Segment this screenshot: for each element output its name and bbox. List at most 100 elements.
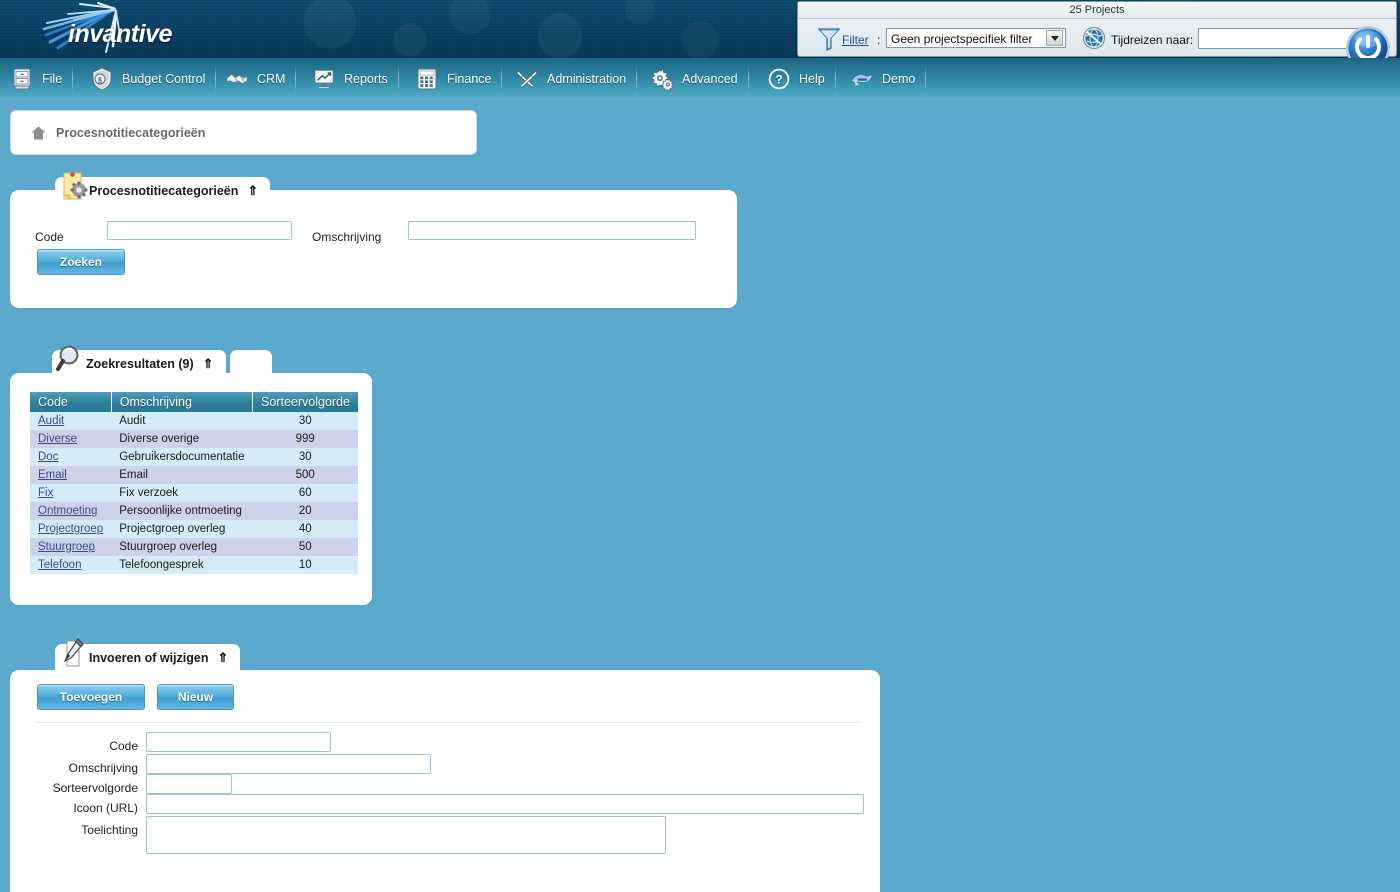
magnifier-icon bbox=[56, 345, 79, 371]
row-omschrijving: Gebruikersdocumentatie bbox=[111, 448, 253, 466]
row-sorteervolgorde: 10 bbox=[252, 556, 358, 574]
column-header-sorteervolgorde[interactable]: Sorteervolgorde bbox=[252, 392, 358, 412]
table-row[interactable]: Telefoon Telefoongesprek 10 bbox=[30, 556, 358, 574]
column-header-omschrijving[interactable]: Omschrijving bbox=[111, 392, 254, 412]
search-description-input[interactable] bbox=[408, 221, 696, 240]
row-code-link[interactable]: Projectgroep bbox=[38, 523, 103, 535]
menu-item-crm[interactable]: CRM bbox=[215, 58, 297, 99]
menu-item-budget-control[interactable]: $ Budget Control bbox=[80, 58, 217, 99]
table-row[interactable]: Email Email 500 bbox=[30, 466, 358, 484]
table-row[interactable]: Ontmoeting Persoonlijke ontmoeting 20 bbox=[30, 502, 358, 520]
edit-omschrijving-label: Omschrijving bbox=[68, 761, 138, 775]
menu-item-label: Help bbox=[799, 71, 825, 86]
table-row[interactable]: Diverse Diverse overige 999 bbox=[30, 430, 358, 448]
tab-label: Zoekresultaten (9) bbox=[86, 356, 194, 371]
breadcrumb-title: Procesnotitiecategorieën bbox=[56, 125, 206, 140]
menu-item-advanced[interactable]: Advanced bbox=[640, 58, 749, 99]
menu-item-label: Advanced bbox=[682, 71, 738, 86]
chevron-double-up-icon[interactable]: ⇑ bbox=[247, 184, 258, 197]
row-code-link[interactable]: Ontmoeting bbox=[38, 505, 97, 517]
pen-document-icon bbox=[63, 638, 84, 667]
globe-clock-icon bbox=[1083, 27, 1105, 49]
tab-procesnotitiecategorieen[interactable]: Procesnotitiecategorieën ⇑ bbox=[55, 172, 271, 204]
filter-colon: : bbox=[877, 33, 881, 47]
filter-select-value: Geen projectspecifiek filter bbox=[891, 32, 1033, 46]
new-button[interactable]: Nieuw bbox=[157, 684, 234, 710]
tab-secondary[interactable] bbox=[229, 350, 272, 377]
row-sorteervolgorde: 50 bbox=[252, 538, 358, 556]
new-button-label: Nieuw bbox=[177, 690, 214, 704]
row-omschrijving: Email bbox=[111, 466, 253, 484]
row-code-link[interactable]: Stuurgroep bbox=[38, 541, 95, 553]
row-sorteervolgorde: 999 bbox=[252, 430, 358, 448]
edit-panel: Toevoegen Nieuw Code Omschrijving Sortee… bbox=[10, 670, 880, 892]
menu-item-label: Demo bbox=[882, 71, 916, 86]
chevron-double-up-icon[interactable]: ⇑ bbox=[217, 651, 228, 664]
search-button[interactable]: Zoeken bbox=[37, 249, 125, 275]
row-omschrijving: Audit bbox=[111, 412, 253, 430]
tab-invoeren-of-wijzigen[interactable]: Invoeren of wijzigen ⇑ bbox=[55, 638, 241, 671]
code-label: Code bbox=[35, 230, 64, 244]
edit-toelichting-label: Toelichting bbox=[81, 823, 138, 837]
edit-sorteervolgorde-input[interactable] bbox=[146, 774, 232, 794]
note-gear-icon bbox=[62, 172, 88, 200]
menu-item-demo[interactable]: Demo bbox=[840, 58, 927, 99]
table-row[interactable]: Projectgroep Projectgroep overleg 40 bbox=[30, 520, 358, 538]
row-code-link[interactable]: Email bbox=[38, 469, 67, 481]
tab-label: Procesnotitiecategorieën bbox=[89, 183, 239, 198]
funnel-icon bbox=[818, 28, 840, 51]
filter-link[interactable]: Filter bbox=[842, 33, 869, 47]
tools-icon bbox=[516, 70, 538, 88]
chevron-down-icon[interactable] bbox=[1046, 30, 1063, 46]
search-code-input[interactable] bbox=[107, 221, 292, 240]
menu-item-help[interactable]: ? Help bbox=[757, 58, 836, 99]
filter-select[interactable]: Geen projectspecifiek filter bbox=[886, 28, 1066, 48]
tab-zoekresultaten[interactable]: Zoekresultaten (9) ⇑ bbox=[52, 345, 226, 377]
row-code-link[interactable]: Audit bbox=[38, 415, 64, 427]
brand-logo: invantive bbox=[20, 2, 250, 58]
timetravel-input[interactable] bbox=[1198, 28, 1358, 49]
presentation-icon bbox=[314, 69, 334, 89]
row-omschrijving: Stuurgroep overleg bbox=[111, 538, 253, 556]
add-button-label: Toevoegen bbox=[59, 690, 123, 704]
menu-item-label: Reports bbox=[344, 71, 388, 86]
row-code-link[interactable]: Doc bbox=[38, 451, 58, 463]
edit-code-input[interactable] bbox=[146, 732, 331, 752]
file-cabinet-icon bbox=[13, 68, 31, 89]
row-sorteervolgorde: 60 bbox=[252, 484, 358, 502]
project-count-label: 25 Projects bbox=[798, 2, 1396, 19]
breadcrumb[interactable]: Procesnotitiecategorieën bbox=[10, 110, 477, 155]
table-row[interactable]: Doc Gebruikersdocumentatie 30 bbox=[30, 448, 358, 466]
row-code-link[interactable]: Fix bbox=[38, 487, 53, 499]
table-row[interactable]: Fix Fix verzoek 60 bbox=[30, 484, 358, 502]
filter-bar: 25 Projects Filter : Geen projectspecifi… bbox=[797, 1, 1397, 70]
edit-icoon-url-input[interactable] bbox=[146, 794, 864, 814]
row-code-link[interactable]: Diverse bbox=[38, 433, 77, 445]
row-code-link[interactable]: Telefoon bbox=[38, 559, 81, 571]
chevron-double-up-icon[interactable]: ⇑ bbox=[203, 357, 214, 370]
brand-name: invantive bbox=[68, 20, 172, 48]
edit-icoon-url-label: Icoon (URL) bbox=[73, 801, 138, 815]
edit-omschrijving-input[interactable] bbox=[146, 754, 431, 774]
row-omschrijving: Diverse overige bbox=[111, 430, 253, 448]
column-header-code[interactable]: Code bbox=[30, 392, 112, 412]
edit-toelichting-textarea[interactable] bbox=[146, 816, 666, 854]
gears-icon bbox=[651, 68, 673, 91]
table-row[interactable]: Stuurgroep Stuurgroep overleg 50 bbox=[30, 538, 358, 556]
menu-item-label: Administration bbox=[547, 71, 627, 86]
menu-item-administration[interactable]: Administration bbox=[505, 58, 638, 99]
table-header-row: Code Omschrijving Sorteervolgorde bbox=[30, 392, 358, 412]
menu-item-reports[interactable]: Reports bbox=[302, 58, 399, 99]
handshake-icon bbox=[226, 73, 248, 84]
row-omschrijving: Telefoongesprek bbox=[111, 556, 253, 574]
search-button-label: Zoeken bbox=[59, 255, 102, 269]
timetravel-label: Tijdreizen naar: bbox=[1111, 33, 1194, 47]
menu-item-finance[interactable]: Finance bbox=[405, 58, 503, 99]
add-button[interactable]: Toevoegen bbox=[37, 684, 145, 710]
table-row[interactable]: Audit Audit 30 bbox=[30, 412, 358, 430]
row-sorteervolgorde: 30 bbox=[252, 412, 358, 430]
menu-item-file[interactable]: File bbox=[0, 58, 74, 99]
svg-text:$: $ bbox=[98, 75, 102, 84]
menu-item-label: Budget Control bbox=[122, 71, 206, 86]
search-panel: Code Omschrijving Zoeken bbox=[10, 190, 737, 308]
